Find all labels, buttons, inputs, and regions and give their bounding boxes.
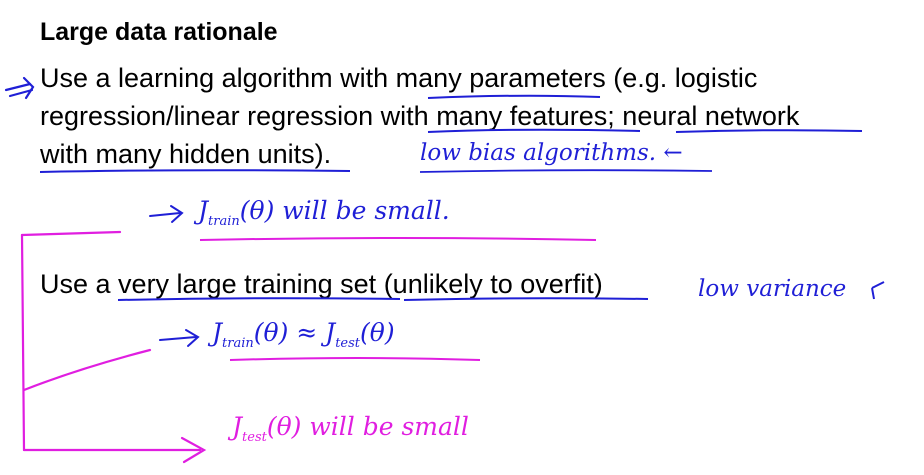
jtest-small-subscript: test	[242, 430, 267, 445]
bullet2-pre: Use a	[40, 269, 119, 299]
jtrain-small-subscript: train	[208, 214, 240, 229]
jtrain-small-arrow-icon	[149, 205, 184, 223]
jtrain-small-rest: (θ) will be small.	[239, 196, 450, 225]
slide-title: Large data rationale	[40, 18, 278, 46]
jtrain-approx-end: (θ)	[360, 318, 395, 347]
low-variance-check-icon	[871, 281, 885, 300]
jtrain-approx-subscript2: test	[335, 336, 361, 351]
bullet1-line3-post: ).	[314, 139, 332, 169]
jtrain-approx-J1: J	[212, 318, 223, 347]
jtrain-small-J: J	[198, 196, 209, 225]
jtrain-approx-subscript1: train	[222, 336, 254, 351]
bullet1-line2-pre: regression/linear regression	[40, 101, 381, 131]
annotation-jtest-small: Jtest(θ) will be small	[232, 412, 469, 445]
annotation-low-variance: low variance	[698, 276, 847, 302]
bullet1-line1-pre: Use a learning algorithm with	[40, 63, 396, 93]
bullet1-line2: regression/linear regression with many f…	[40, 98, 799, 134]
bullet1-line1: Use a learning algorithm with many param…	[40, 60, 757, 96]
underline-jtrain-approx	[229, 357, 481, 361]
bullet2-mid	[376, 269, 384, 299]
bullet1-with-many-features: with many features	[380, 101, 608, 131]
bullet1-many-hidden-units: with many hidden units	[40, 139, 315, 169]
bullet1-line1-post: (e.g. logistic	[605, 63, 758, 93]
bullet1-arrow-icon	[4, 76, 35, 100]
jtest-small-rest: (θ) will be small	[266, 412, 469, 441]
bullet2-line: Use a very large training set (unlikely …	[40, 266, 603, 302]
jtrain-approx-mid: (θ) ≈ J	[253, 318, 336, 347]
annotation-low-bias: low bias algorithms. ←	[420, 140, 683, 166]
jtrain-approx-arrow-icon	[159, 329, 200, 347]
jtest-small-J: J	[232, 412, 243, 441]
bullet2-unlikely-to-overfit: (unlikely to overfit)	[383, 269, 603, 299]
bullet1-line3: with many hidden units).	[40, 136, 331, 172]
bullet2-very-large-training-set: very large training set	[118, 269, 377, 299]
bullet1-neural-network: neural network	[622, 101, 800, 131]
underline-jtrain-small	[199, 237, 597, 241]
bullet1-line2-mid: ;	[607, 101, 623, 131]
annotation-jtrain-small: Jtrain(θ) will be small.	[198, 196, 450, 229]
bullet1-many-parameters: many parameters	[395, 63, 606, 93]
annotation-jtrain-approx-jtest: Jtrain(θ) ≈ Jtest(θ)	[212, 318, 395, 351]
slide: Large data rationale Use a learning algo…	[0, 0, 924, 475]
underline-low-bias	[419, 169, 713, 173]
